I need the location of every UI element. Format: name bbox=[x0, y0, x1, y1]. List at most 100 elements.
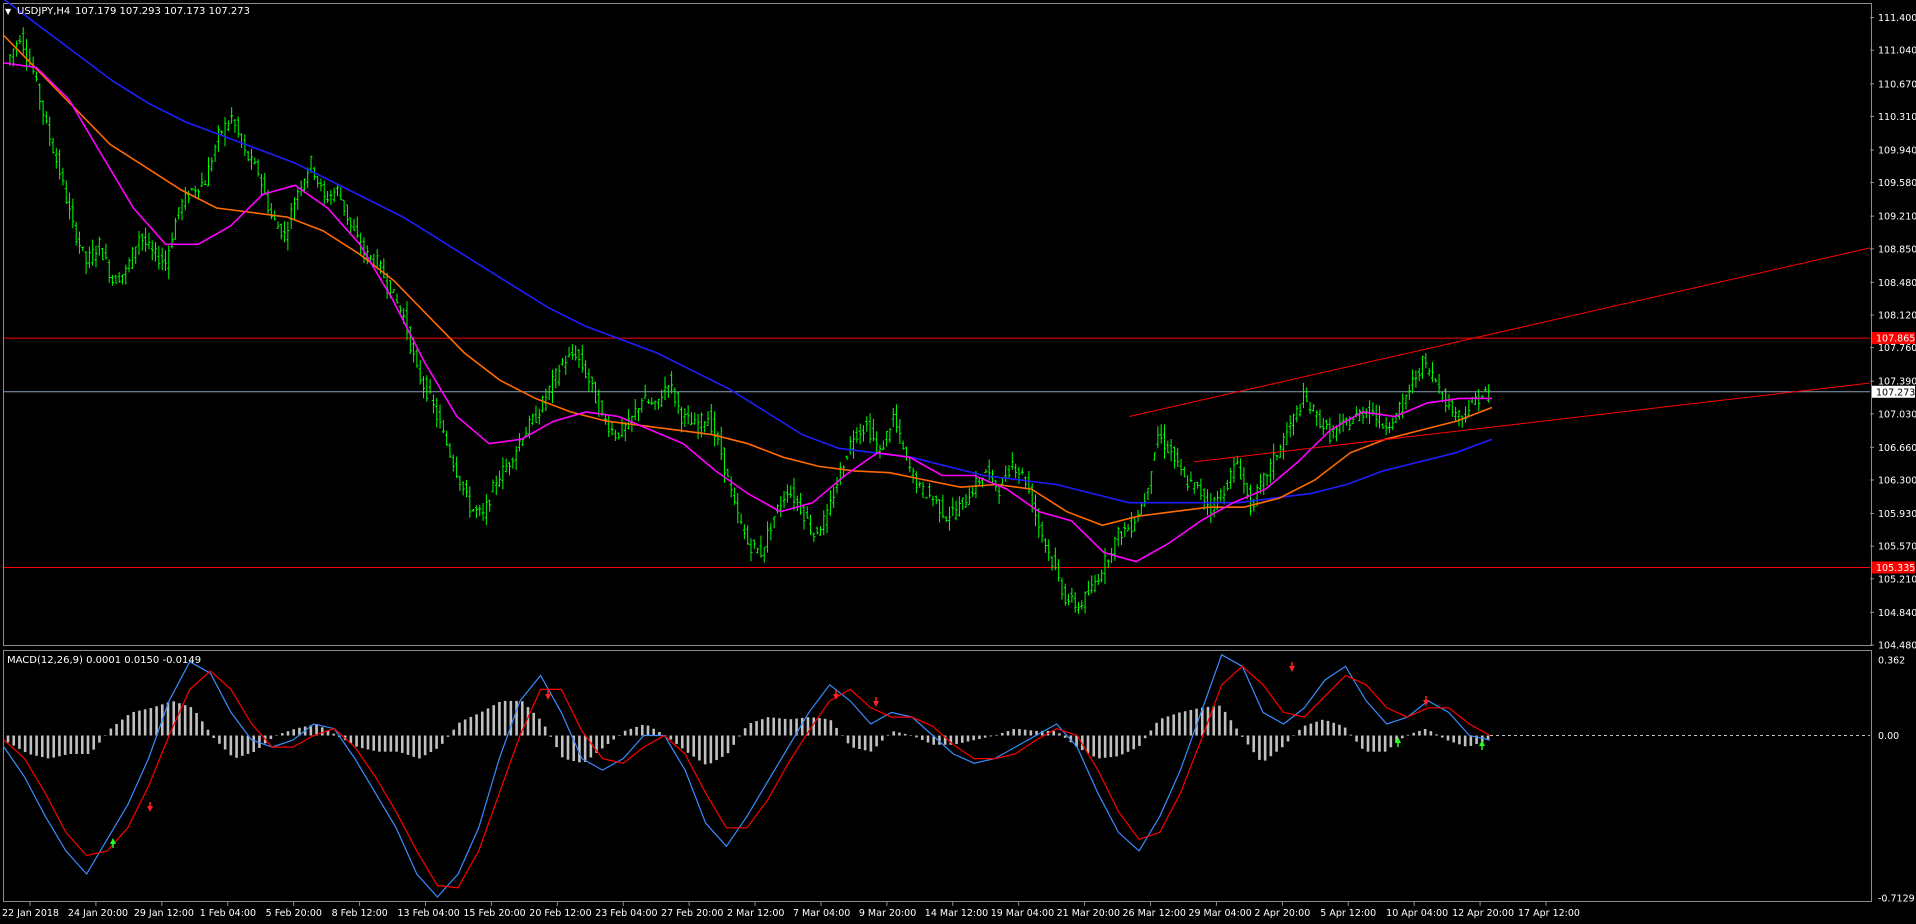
macd-histogram-bar bbox=[1320, 719, 1324, 736]
macd-histogram-bar bbox=[732, 735, 736, 745]
macd-histogram-bar bbox=[1338, 724, 1341, 736]
macd-histogram-bar bbox=[240, 735, 244, 756]
macd-histogram-bar bbox=[709, 735, 713, 764]
macd-histogram-bar bbox=[869, 735, 873, 752]
macd-histogram-bar bbox=[680, 735, 684, 749]
buy-arrow-icon bbox=[110, 838, 116, 844]
macd-histogram-bar bbox=[1103, 735, 1107, 758]
macd-histogram-bar bbox=[18, 735, 21, 749]
macd-histogram-bar bbox=[1018, 729, 1021, 736]
macd-histogram-bar bbox=[789, 719, 793, 736]
macd-histogram-bar bbox=[852, 735, 856, 748]
macd-histogram-bar bbox=[126, 715, 130, 736]
macd-histogram-bar bbox=[475, 714, 478, 736]
macd-histogram-bar bbox=[492, 705, 496, 736]
macd-histogram-bar bbox=[429, 735, 433, 753]
macd-histogram-bar bbox=[80, 735, 84, 754]
macd-histogram-bar bbox=[800, 717, 804, 736]
moving-average-line bbox=[3, 0, 1493, 504]
macd-histogram-bar bbox=[458, 722, 461, 736]
macd-histogram-bar bbox=[532, 712, 536, 736]
macd-histogram-bar bbox=[1372, 735, 1376, 752]
macd-histogram-bar bbox=[1138, 735, 1141, 746]
time-axis-label: 17 Apr 12:00 bbox=[1518, 908, 1580, 919]
price-axis-label: 108.120 bbox=[1878, 310, 1916, 321]
macd-histogram-bar bbox=[258, 735, 261, 748]
macd-histogram-bar bbox=[98, 735, 101, 743]
macd-histogram-bar bbox=[1132, 735, 1136, 750]
macd-histogram-bar bbox=[92, 735, 96, 750]
macd-histogram-bar bbox=[1366, 735, 1370, 752]
macd-histogram-bar bbox=[366, 735, 370, 750]
price-axis-label: 109.940 bbox=[1878, 145, 1916, 156]
macd-histogram-bar bbox=[446, 735, 450, 737]
macd-histogram-bar bbox=[1058, 733, 1061, 736]
price-axis-label: 109.580 bbox=[1878, 178, 1916, 189]
macd-histogram-bar bbox=[1246, 735, 1250, 745]
time-axis-label: 19 Mar 04:00 bbox=[991, 908, 1054, 919]
macd-histogram-bar bbox=[138, 710, 141, 736]
macd-histogram-bar bbox=[1126, 735, 1130, 752]
time-axis-label: 27 Feb 20:00 bbox=[661, 908, 723, 919]
time-axis-label: 29 Jan 12:00 bbox=[134, 908, 194, 919]
time-axis-label: 8 Feb 12:00 bbox=[332, 908, 388, 919]
macd-histogram-bar bbox=[286, 731, 290, 736]
macd-histogram-bar bbox=[629, 728, 633, 736]
time-axis-label: 26 Mar 12:00 bbox=[1123, 908, 1186, 919]
macd-histogram-bar bbox=[1315, 721, 1318, 736]
macd-histogram-bar bbox=[503, 700, 507, 736]
macd-histogram-bar bbox=[858, 735, 861, 749]
macd-histogram-bar bbox=[920, 735, 924, 740]
macd-histogram-bar bbox=[538, 718, 541, 736]
macd-histogram-bar bbox=[698, 735, 701, 761]
macd-histogram-bar bbox=[1155, 722, 1158, 736]
macd-histogram-bar bbox=[378, 735, 381, 752]
macd-histogram-bar bbox=[498, 701, 501, 736]
macd-histogram-bar bbox=[1389, 735, 1393, 748]
price-axis-label: 107.760 bbox=[1878, 343, 1916, 354]
macd-histogram-bar bbox=[978, 735, 981, 739]
macd-histogram-bar bbox=[1172, 714, 1176, 736]
macd-histogram-bar bbox=[1446, 735, 1450, 741]
macd-legend: MACD(12,26,9) 0.0001 0.0150 -0.0149 bbox=[7, 655, 201, 666]
macd-histogram-bar bbox=[252, 735, 256, 752]
macd-histogram-bar bbox=[120, 719, 124, 736]
macd-histogram-bar bbox=[823, 718, 827, 736]
macd-histogram-bar bbox=[63, 735, 67, 755]
macd-histogram-bar bbox=[400, 735, 404, 753]
macd-histogram-bar bbox=[566, 735, 570, 760]
menu-triangle-icon[interactable]: ▼ bbox=[5, 7, 12, 16]
macd-histogram-bar bbox=[46, 735, 50, 759]
macd-histogram-bar bbox=[1029, 730, 1033, 736]
time-axis-label: 13 Feb 04:00 bbox=[397, 908, 459, 919]
macd-histogram-bar bbox=[1098, 735, 1101, 759]
macd-histogram-bar bbox=[12, 735, 16, 746]
moving-average-line bbox=[3, 35, 1493, 527]
macd-histogram-bar bbox=[1258, 735, 1261, 760]
macd-histogram-bar bbox=[640, 724, 644, 736]
macd-histogram-bar bbox=[1052, 730, 1056, 736]
macd-histogram-bar bbox=[183, 705, 187, 736]
macd-histogram-bar bbox=[1012, 729, 1016, 736]
sell-arrow-icon bbox=[1289, 666, 1295, 672]
macd-histogram-bar bbox=[898, 732, 901, 736]
macd-histogram-bar bbox=[52, 735, 56, 758]
macd-histogram-bar bbox=[1120, 735, 1124, 755]
macd-histogram-bar bbox=[383, 735, 387, 752]
macd-histogram-bar bbox=[840, 735, 844, 737]
macd-histogram-bar bbox=[1160, 718, 1164, 736]
chart-canvas[interactable]: 107.865105.335107.273111.400111.040110.6… bbox=[0, 0, 1916, 924]
macd-histogram-bar bbox=[1435, 734, 1438, 736]
time-axis-label: 12 Apr 20:00 bbox=[1452, 908, 1514, 919]
macd-histogram-bar bbox=[783, 718, 787, 736]
macd-histogram-bar bbox=[692, 735, 696, 757]
time-axis-label: 22 Jan 2018 bbox=[2, 908, 59, 919]
macd-histogram-bar bbox=[1469, 735, 1473, 746]
macd-histogram-bar bbox=[1343, 727, 1347, 736]
macd-histogram-bar bbox=[6, 735, 10, 743]
macd-histogram-bar bbox=[635, 726, 638, 736]
macd-histogram-bar bbox=[880, 735, 884, 741]
macd-histogram-bar bbox=[132, 711, 136, 736]
macd-histogram-bar bbox=[743, 728, 747, 736]
price-axis-label: 109.210 bbox=[1878, 212, 1916, 223]
